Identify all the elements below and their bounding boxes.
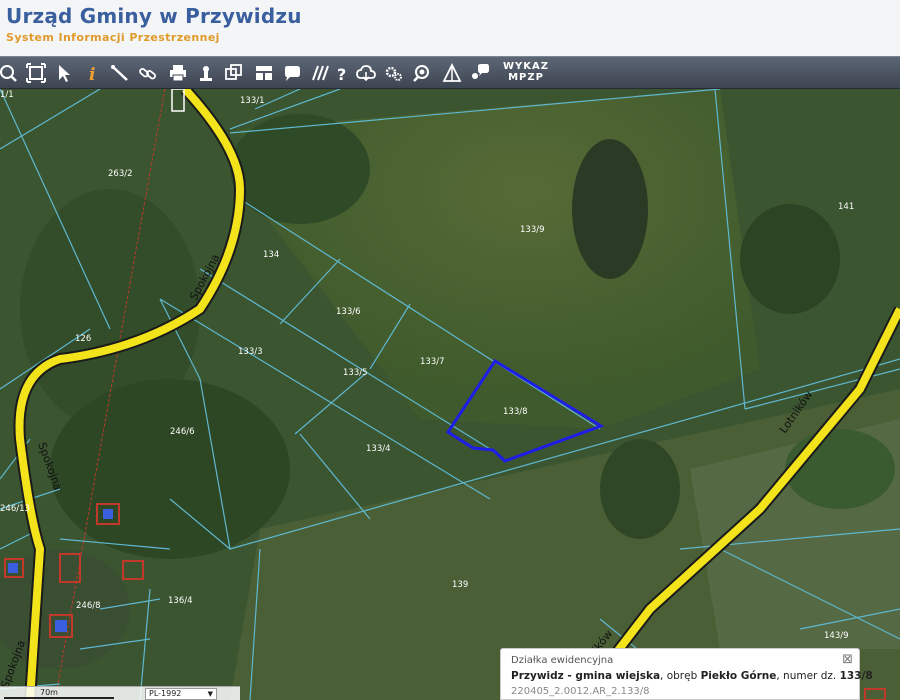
parcel-info-popup: Działka ewidencyjna Przywidz - gmina wie… xyxy=(500,648,873,700)
zoom-icon[interactable] xyxy=(0,61,20,85)
building-roof xyxy=(55,620,67,632)
woodland xyxy=(740,204,840,314)
info-icon[interactable]: i xyxy=(80,61,104,85)
link-icon[interactable] xyxy=(136,61,160,85)
parcel-label: 136/4 xyxy=(168,596,193,606)
svg-text:i: i xyxy=(89,65,95,83)
popup-title: Działka ewidencyjna xyxy=(511,655,614,666)
parcel-label: 263/2 xyxy=(108,169,133,179)
layout-icon[interactable] xyxy=(252,61,276,85)
popup-municipality: Przywidz - gmina wiejska xyxy=(511,670,661,682)
srs-value: PL-1992 xyxy=(149,689,182,698)
mpzp-label: MPZP xyxy=(508,72,544,83)
app-header: Urząd Gminy w Przywidzu System Informacj… xyxy=(0,0,900,56)
parcel-label: 134 xyxy=(263,250,279,260)
parcel-label: 139 xyxy=(452,580,468,590)
svg-text:?: ? xyxy=(337,65,346,83)
parcel-label: 133/7 xyxy=(420,357,445,367)
wykaz-mpzp-button[interactable]: WYKAZ MPZP xyxy=(500,61,552,85)
woodland xyxy=(785,429,895,509)
woodland xyxy=(50,379,290,559)
parcel-label: 133/5 xyxy=(343,368,368,378)
pointer-icon[interactable] xyxy=(52,61,76,85)
parcel-label: 133/4 xyxy=(366,444,391,454)
parcel-label: 143/9 xyxy=(824,631,849,641)
popup-text: , numer dz. xyxy=(776,670,840,682)
search-icon[interactable] xyxy=(410,61,434,85)
chat-icon[interactable] xyxy=(468,61,492,85)
chevron-down-icon: ▼ xyxy=(207,690,213,698)
scale-bar: 70m PL-1992 ▼ xyxy=(0,686,240,700)
parcel-label: 246/6 xyxy=(170,427,195,437)
popup-parcel-number: 133/8 xyxy=(839,670,873,682)
pan-icon[interactable] xyxy=(194,61,218,85)
popup-parcel-id: 220405_2.0012.AR_2.133/8 xyxy=(511,686,650,697)
parcel-label: 133/3 xyxy=(238,347,263,357)
popup-parcel-description: Przywidz - gmina wiejska, obręb Piekło G… xyxy=(511,670,873,682)
map-view[interactable]: 133/1 263/2 133/9 141 134 133/6 133/3 13… xyxy=(0,89,900,700)
close-icon[interactable]: ⊠ xyxy=(842,652,853,667)
parcel-label: 246/8 xyxy=(76,601,101,611)
popup-precinct: Piekło Górne xyxy=(700,670,777,682)
hatch-icon[interactable] xyxy=(308,61,332,85)
parcel-label: 246/13 xyxy=(0,504,30,514)
speech-bubble-icon[interactable] xyxy=(280,61,304,85)
terrain-icon[interactable] xyxy=(440,61,464,85)
srs-select[interactable]: PL-1992 ▼ xyxy=(145,688,217,700)
measure-icon[interactable] xyxy=(108,61,132,85)
scale-line xyxy=(4,697,114,699)
app-subtitle: System Informacji Przestrzennej xyxy=(6,31,220,44)
scale-label: 70m xyxy=(40,688,58,697)
print-icon[interactable] xyxy=(166,61,190,85)
building-roof xyxy=(103,509,113,519)
parcel-label: 133/1 xyxy=(240,96,265,106)
help-icon[interactable]: ? xyxy=(330,61,354,85)
parcel-label: 141 xyxy=(838,202,854,212)
woodland xyxy=(600,439,680,539)
parcel-label: 133/6 xyxy=(336,307,361,317)
parcel-label: 1/1 xyxy=(0,90,14,100)
layers-icon[interactable] xyxy=(222,61,246,85)
pond xyxy=(572,139,648,279)
parcel-label: 133/8 xyxy=(503,407,528,417)
toolbar: i ? WYKAZ MPZP xyxy=(0,56,900,89)
woodland xyxy=(230,114,370,224)
cloud-icon[interactable] xyxy=(354,61,378,85)
parcel-label: 133/9 xyxy=(520,225,545,235)
building-roof xyxy=(8,563,18,573)
settings-icon[interactable] xyxy=(382,61,406,85)
popup-text: , obręb xyxy=(660,670,701,682)
map-canvas[interactable]: 133/1 263/2 133/9 141 134 133/6 133/3 13… xyxy=(0,89,900,700)
zoom-extent-icon[interactable] xyxy=(24,61,48,85)
app-title: Urząd Gminy w Przywidzu xyxy=(6,4,302,28)
parcel-label: 126 xyxy=(75,334,91,344)
wykaz-label: WYKAZ xyxy=(502,61,549,72)
